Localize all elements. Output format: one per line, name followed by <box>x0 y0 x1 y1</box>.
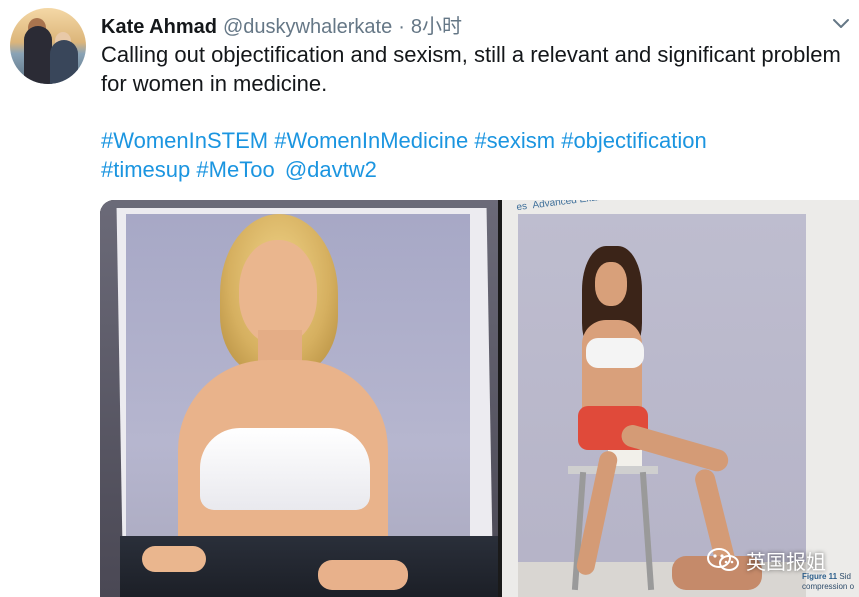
author-handle[interactable]: @duskywhalerkate <box>223 16 392 39</box>
media-photo-left[interactable] <box>100 200 498 597</box>
media-photo-right[interactable]: es Advanced Examination Tec Figure 11 Si… <box>502 200 859 597</box>
model-face <box>595 262 627 306</box>
tweet-timestamp[interactable]: 8小时 <box>411 10 462 39</box>
examiner-hand <box>318 560 408 590</box>
hashtag-link[interactable]: #MeToo <box>196 157 274 182</box>
figure-caption-text: compression o <box>802 582 855 591</box>
hashtag-link[interactable]: #timesup <box>101 157 190 182</box>
hashtag-link[interactable]: #WomenInSTEM <box>101 128 268 153</box>
tweet-text: Calling out objectification and sexism, … <box>101 42 841 96</box>
figure-caption-text: Sid <box>839 572 851 581</box>
watermark: 英国报姐 <box>706 544 826 576</box>
model-body <box>582 320 642 416</box>
model-top <box>200 428 370 510</box>
hashtag-link[interactable]: #WomenInMedicine <box>274 128 468 153</box>
wechat-icon <box>707 548 739 571</box>
avatar-person-body <box>50 40 78 84</box>
hashtag-link[interactable]: #sexism <box>474 128 555 153</box>
model-hand <box>142 546 206 572</box>
mention-link[interactable]: @davtw2 <box>285 157 377 182</box>
page-tab: es <box>515 201 528 214</box>
model-top <box>586 338 644 368</box>
tweet-header: Kate Ahmad @duskywhalerkate · 8小时 <box>101 10 462 39</box>
avatar-person-body <box>24 26 52 84</box>
chevron-down-icon[interactable] <box>829 12 853 36</box>
author-name[interactable]: Kate Ahmad <box>101 16 217 39</box>
hashtag-link[interactable]: #objectification <box>561 128 707 153</box>
watermark-text: 英国报姐 <box>746 551 826 574</box>
tweet-hashtags: #WomenInSTEM #WomenInMedicine #sexism #o… <box>101 126 841 188</box>
page-title: Advanced Examination Tec <box>532 200 653 211</box>
tweet-media[interactable]: es Advanced Examination Tec Figure 11 Si… <box>100 200 859 597</box>
separator-dot: · <box>398 16 405 38</box>
model-face <box>239 240 317 344</box>
photo-backdrop <box>518 214 806 597</box>
avatar[interactable] <box>10 8 86 84</box>
